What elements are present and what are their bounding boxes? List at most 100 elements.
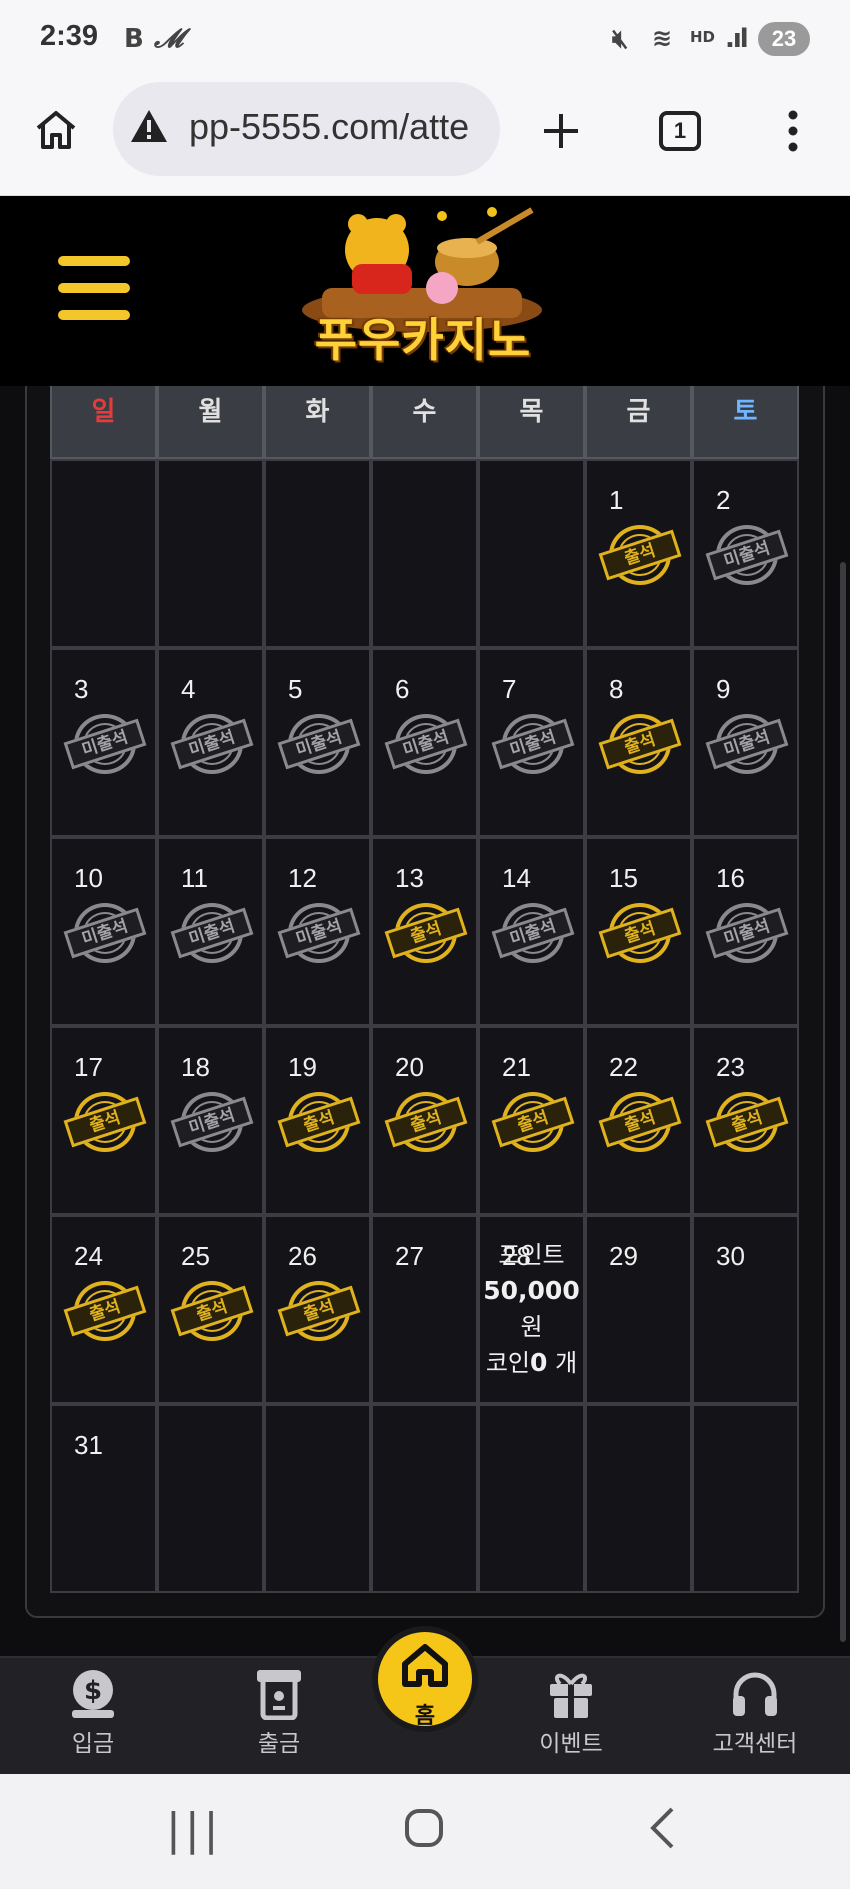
day-number: 10	[74, 863, 103, 893]
attendance-page: 일 월 화 수 목 금 토 1 출석 2 미출석 3 미출석 4 미출석 5 미출석 6 미출석 7 미출…	[0, 386, 850, 1656]
calendar-empty-cell	[264, 1404, 371, 1593]
attended-stamp: 출석	[598, 712, 682, 776]
calendar-day-cell[interactable]: 23 출석	[692, 1026, 799, 1215]
hd-voice-icon: HD	[690, 28, 716, 46]
calendar-day-cell[interactable]: 7 미출석	[478, 648, 585, 837]
nav-home-button[interactable]: 홈	[372, 1626, 478, 1732]
back-icon[interactable]	[648, 1806, 676, 1850]
absent-stamp: 미출석	[63, 712, 147, 776]
nav-event[interactable]: 이벤트	[506, 1668, 636, 1758]
day-number: 26	[288, 1241, 317, 1271]
day-number: 6	[395, 674, 410, 704]
system-navigation-bar: |||	[0, 1774, 850, 1889]
nav-support[interactable]: 고객센터	[690, 1668, 820, 1758]
absent-stamp: 미출석	[705, 712, 789, 776]
gift-icon	[506, 1668, 636, 1724]
calendar-day-cell[interactable]: 18 미출석	[157, 1026, 264, 1215]
nav-event-label: 이벤트	[539, 1731, 603, 1757]
calendar-empty-cell	[478, 459, 585, 648]
calendar-day-cell[interactable]: 13 출석	[371, 837, 478, 1026]
weekday-sun: 일	[50, 386, 157, 459]
site-header: 푸우카지노	[0, 196, 850, 386]
calendar-empty-cell	[371, 459, 478, 648]
calendar-empty-cell	[50, 459, 157, 648]
calendar-day-cell[interactable]: 9 미출석	[692, 648, 799, 837]
logo-text: 푸우카지노	[314, 313, 532, 367]
system-home-icon[interactable]	[404, 1808, 444, 1848]
day-number: 8	[609, 674, 624, 704]
calendar-day-cell[interactable]: 28 포인트 50,000 원 코인0 개	[478, 1215, 585, 1404]
weekday-mon: 월	[157, 386, 264, 459]
calendar-day-cell[interactable]: 27	[371, 1215, 478, 1404]
day-number: 22	[609, 1052, 638, 1082]
calendar-day-cell[interactable]: 1 출석	[585, 459, 692, 648]
nav-deposit[interactable]: $ 입금	[28, 1668, 158, 1758]
calendar-empty-cell	[692, 1404, 799, 1593]
money-bag-icon: $	[28, 1668, 158, 1724]
attended-stamp: 출석	[598, 523, 682, 587]
point-label: 포인트	[498, 1241, 565, 1269]
today-reward-info: 포인트 50,000 원 코인0 개	[480, 1237, 583, 1381]
calendar-day-cell[interactable]: 2 미출석	[692, 459, 799, 648]
calendar-day-cell[interactable]: 5 미출석	[264, 648, 371, 837]
url-text: pp-5555.com/atte	[189, 106, 470, 147]
calendar-day-cell[interactable]: 14 미출석	[478, 837, 585, 1026]
calendar-day-cell[interactable]: 21 출석	[478, 1026, 585, 1215]
menu-hamburger-icon[interactable]	[58, 256, 130, 320]
calendar-week-row: 10 미출석 11 미출석 12 미출석 13 출석 14 미출석 15 출석 16 미출석	[50, 837, 800, 1026]
day-number: 1	[609, 485, 624, 515]
home-icon[interactable]	[34, 108, 78, 152]
calendar-day-cell[interactable]: 4 미출석	[157, 648, 264, 837]
day-number: 3	[74, 674, 89, 704]
calendar-day-cell[interactable]: 20 출석	[371, 1026, 478, 1215]
calendar-day-cell[interactable]: 3 미출석	[50, 648, 157, 837]
calendar-day-cell[interactable]: 26 출석	[264, 1215, 371, 1404]
point-amount: 50,000	[483, 1276, 580, 1305]
absent-stamp: 미출석	[63, 901, 147, 965]
absent-stamp: 미출석	[384, 712, 468, 776]
wifi-icon: ≋	[652, 24, 673, 52]
nav-withdraw[interactable]: 출금	[214, 1668, 344, 1758]
day-number: 18	[181, 1052, 210, 1082]
calendar-day-cell[interactable]: 16 미출석	[692, 837, 799, 1026]
nav-withdraw-label: 출금	[257, 1731, 301, 1757]
day-number: 24	[74, 1241, 103, 1271]
site-logo[interactable]: 푸우카지노	[292, 202, 554, 380]
calendar-day-cell[interactable]: 15 출석	[585, 837, 692, 1026]
weekday-sat: 토	[692, 386, 799, 459]
absent-stamp: 미출석	[170, 712, 254, 776]
new-tab-icon[interactable]	[541, 111, 581, 151]
nav-support-label: 고객센터	[712, 1731, 798, 1757]
attended-stamp: 출석	[63, 1279, 147, 1343]
calendar-day-cell[interactable]: 19 출석	[264, 1026, 371, 1215]
calendar-empty-cell	[157, 1404, 264, 1593]
calendar-day-cell[interactable]: 29	[585, 1215, 692, 1404]
calendar-day-cell[interactable]: 11 미출석	[157, 837, 264, 1026]
calendar-day-cell[interactable]: 17 출석	[50, 1026, 157, 1215]
more-menu-icon[interactable]	[783, 108, 803, 154]
address-bar[interactable]: pp-5555.com/atte	[113, 82, 500, 176]
day-number: 13	[395, 863, 424, 893]
calendar-week-row: 31	[50, 1404, 800, 1593]
calendar-day-cell[interactable]: 6 미출석	[371, 648, 478, 837]
warning-icon[interactable]	[129, 108, 169, 144]
attended-stamp: 출석	[63, 1090, 147, 1154]
attended-stamp: 출석	[598, 901, 682, 965]
calendar-day-cell[interactable]: 10 미출석	[50, 837, 157, 1026]
calendar-day-cell[interactable]: 30	[692, 1215, 799, 1404]
calendar-day-cell[interactable]: 31	[50, 1404, 157, 1593]
calendar-day-cell[interactable]: 24 출석	[50, 1215, 157, 1404]
tab-switcher-button[interactable]: 1	[659, 111, 701, 151]
absent-stamp: 미출석	[705, 523, 789, 587]
absent-stamp: 미출석	[277, 901, 361, 965]
day-number: 27	[395, 1241, 424, 1271]
calendar-day-cell[interactable]: 8 출석	[585, 648, 692, 837]
day-number: 15	[609, 863, 638, 893]
attended-stamp: 출석	[598, 1090, 682, 1154]
calendar-day-cell[interactable]: 25 출석	[157, 1215, 264, 1404]
calendar-day-cell[interactable]: 22 출석	[585, 1026, 692, 1215]
calendar-empty-cell	[478, 1404, 585, 1593]
page-scrollbar[interactable]	[840, 562, 846, 1642]
calendar-day-cell[interactable]: 12 미출석	[264, 837, 371, 1026]
recent-apps-icon[interactable]: |||	[166, 1804, 222, 1855]
